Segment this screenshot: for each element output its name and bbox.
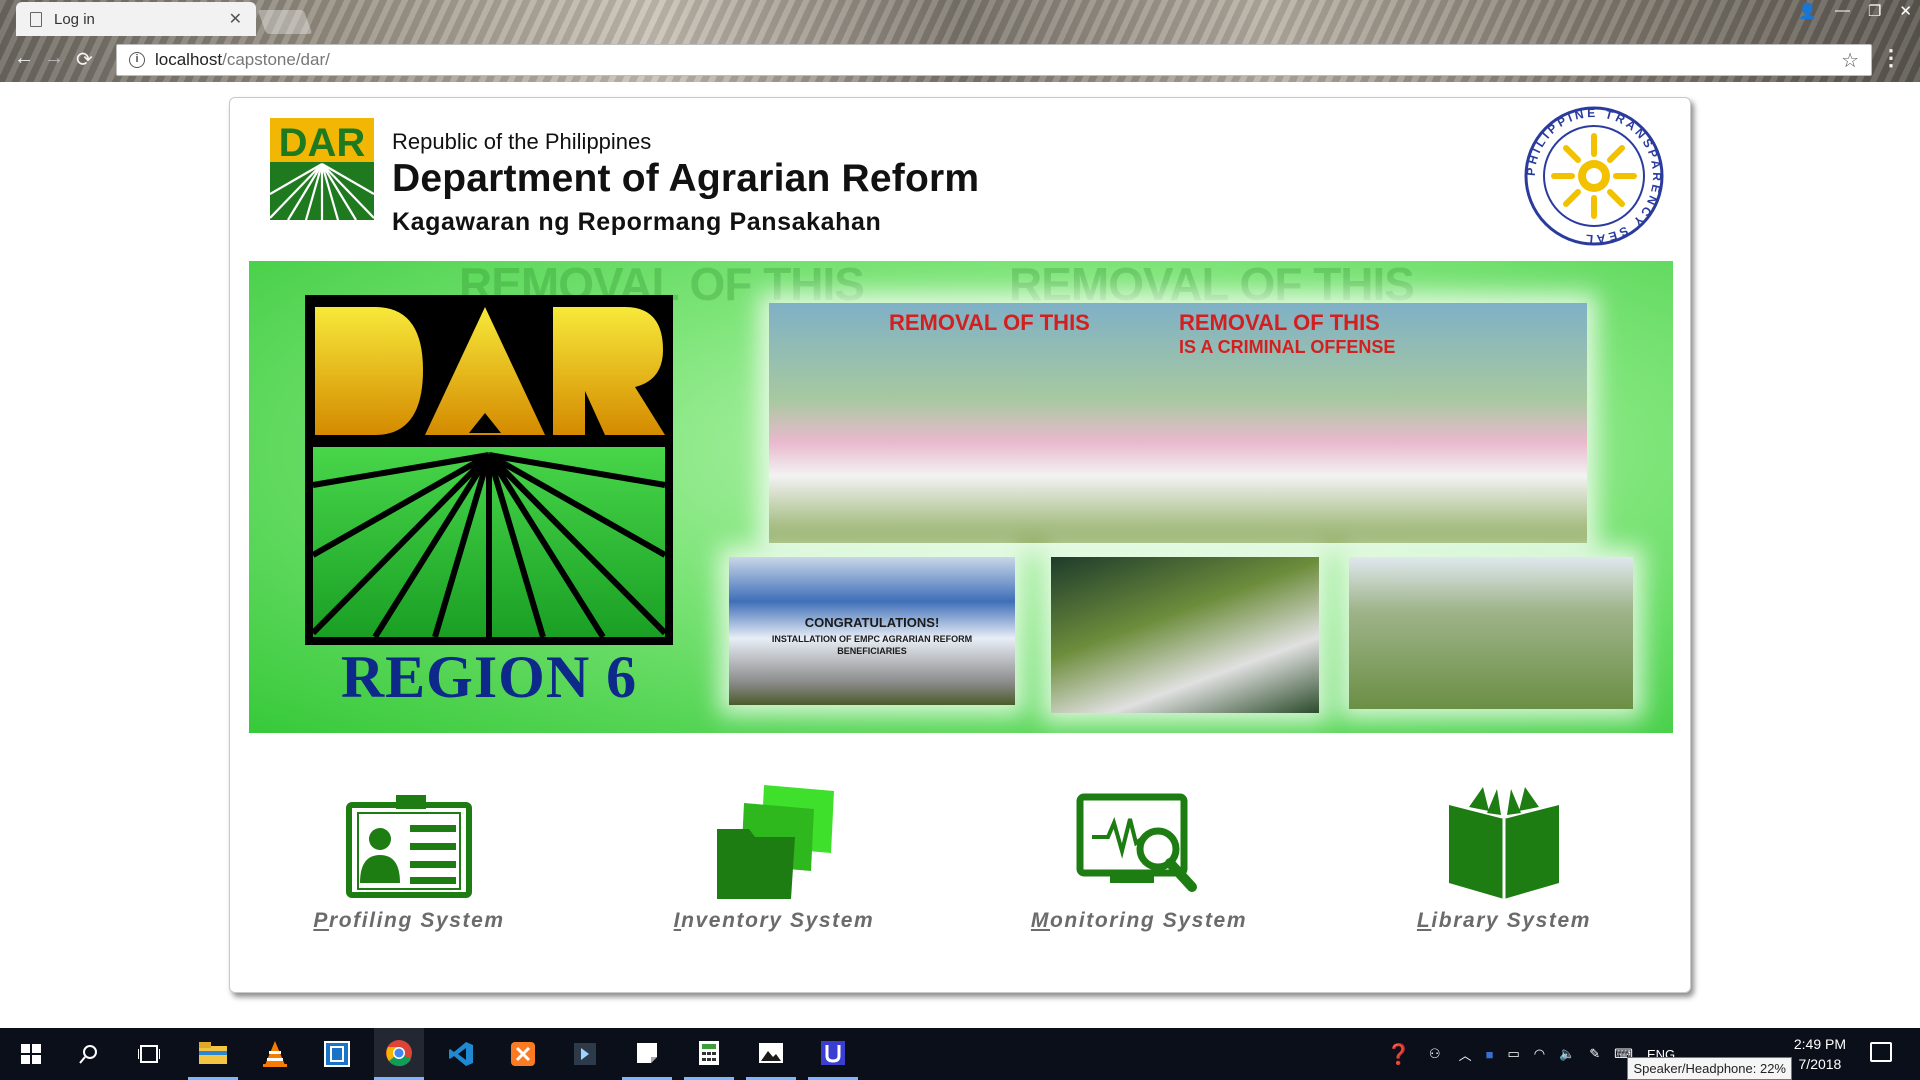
dar-logo: DAR <box>270 118 374 220</box>
meeting-photo <box>1051 557 1319 713</box>
url-host: localhost <box>155 50 223 69</box>
xampp-icon[interactable] <box>498 1028 548 1080</box>
page-viewport: DAR Republic of the Philippines Departme… <box>0 82 1920 1028</box>
monitor-search-icon <box>1076 793 1197 892</box>
clock-date: 7/2018 <box>1798 1056 1842 1072</box>
clock-time: 2:49 PM <box>1793 1036 1846 1052</box>
back-icon[interactable]: ← <box>14 47 34 70</box>
window-controls: 👤 — ❐ ✕ <box>1798 2 1912 20</box>
monitoring-system-link[interactable]: Monitoring System <box>1009 783 1269 933</box>
user-profile-icon[interactable]: 👤 <box>1798 2 1817 20</box>
vscode-icon[interactable] <box>436 1028 486 1080</box>
close-tab-icon[interactable]: ✕ <box>229 9 242 29</box>
browser-tab[interactable]: Log in ✕ <box>16 2 256 36</box>
minimize-icon[interactable]: — <box>1835 2 1850 20</box>
close-window-icon[interactable]: ✕ <box>1899 2 1912 20</box>
volume-tooltip: Speaker/Headphone: 22% <box>1627 1057 1792 1080</box>
calculator-icon[interactable] <box>684 1028 734 1080</box>
browser-toolbar: ← → ⟳ i localhost /capstone/dar/ ☆ ⋮ <box>0 36 1920 82</box>
tray-app-icon[interactable]: ■ <box>1486 1047 1494 1062</box>
url-path: /capstone/dar/ <box>222 50 330 69</box>
system-links: Profiling System Inventory System Monito… <box>230 783 1690 953</box>
library-system-label: Library System <box>1416 909 1592 932</box>
windows-taskbar: ❓ ⚇ ︿ ■ ▭ ◠ 🔈 ✎ ⌨ ENG 2:49 PM 7/2018 Spe… <box>0 1028 1920 1080</box>
chrome-icon[interactable] <box>374 1028 424 1080</box>
task-view-icon[interactable] <box>124 1028 174 1080</box>
id-card-icon <box>346 795 472 898</box>
app-icon-dark[interactable] <box>560 1028 610 1080</box>
start-button[interactable] <box>6 1028 56 1080</box>
file-explorer-icon[interactable] <box>188 1028 238 1080</box>
restore-icon[interactable]: ❐ <box>1868 2 1881 20</box>
congrats-subtitle: INSTALLATION OF EMPC AGRARIAN REFORM BEN… <box>771 634 973 656</box>
volume-icon[interactable]: 🔈 <box>1559 1046 1575 1062</box>
browser-chrome: Log in ✕ 👤 — ❐ ✕ ← → ⟳ i localhost /caps… <box>0 0 1920 82</box>
folders-icon <box>717 785 834 899</box>
people-icon[interactable]: ⚇ <box>1429 1046 1441 1062</box>
sticky-notes-icon[interactable] <box>622 1028 672 1080</box>
pen-icon[interactable]: ✎ <box>1589 1046 1600 1062</box>
profiling-system-link[interactable]: Profiling System <box>279 783 539 933</box>
monitoring-system-label: Monitoring System <box>1030 909 1248 932</box>
congrats-title: CONGRATULATIONS! <box>804 615 940 630</box>
header-tagalog: Kagawaran ng Repormang Pansakahan <box>392 208 882 236</box>
address-bar[interactable]: i localhost /capstone/dar/ ☆ <box>116 44 1872 76</box>
sign-caption: REMOVAL OF THIS <box>889 310 1090 335</box>
bookmark-star-icon[interactable]: ☆ <box>1841 48 1859 73</box>
dar-region-logo <box>305 295 673 645</box>
hero-banner: REMOVAL OF THIS REMOVAL OF THIS REGION 6… <box>249 261 1673 733</box>
wifi-icon[interactable]: ◠ <box>1534 1046 1545 1062</box>
svg-text:DAR: DAR <box>279 121 366 165</box>
forward-icon[interactable]: → <box>44 47 64 70</box>
profiling-system-label: Profiling System <box>313 909 505 932</box>
library-system-link[interactable]: Library System <box>1374 783 1634 933</box>
action-center-icon[interactable] <box>1870 1042 1892 1062</box>
new-tab-button[interactable] <box>257 10 313 34</box>
group-photo: REMOVAL OF THIS REMOVAL OF THIS IS A CRI… <box>769 303 1587 543</box>
region-label: REGION 6 <box>340 644 638 710</box>
page-icon <box>30 11 42 27</box>
transparency-seal: PHILIPPINE TRANSPARENCY SEAL <box>1524 106 1664 246</box>
clock[interactable]: 2:49 PM 7/2018 <box>1794 1034 1846 1074</box>
app-window-icon[interactable] <box>312 1028 362 1080</box>
login-card: DAR Republic of the Philippines Departme… <box>229 97 1691 993</box>
photos-icon[interactable] <box>746 1028 796 1080</box>
windows-logo-icon <box>21 1044 41 1064</box>
sign-caption: REMOVAL OF THIS <box>1179 310 1380 335</box>
congratulations-photo: CONGRATULATIONS! INSTALLATION OF EMPC AG… <box>729 557 1015 705</box>
battery-icon[interactable]: ▭ <box>1507 1046 1519 1062</box>
book-icon <box>1449 787 1559 899</box>
app-icon-purple[interactable] <box>808 1028 858 1080</box>
menu-icon[interactable]: ⋮ <box>1880 45 1902 71</box>
info-icon[interactable]: i <box>129 52 145 68</box>
inventory-system-label: Inventory System <box>673 909 875 932</box>
inventory-system-link[interactable]: Inventory System <box>644 783 904 933</box>
header-subtitle: Republic of the Philippines <box>392 129 652 154</box>
search-icon[interactable] <box>64 1028 114 1080</box>
sign-caption: IS A CRIMINAL OFFENSE <box>1179 337 1396 357</box>
reload-icon[interactable]: ⟳ <box>76 47 93 72</box>
vlc-icon[interactable] <box>250 1028 300 1080</box>
tab-title: Log in <box>54 10 95 28</box>
header-title: Department of Agrarian Reform <box>392 157 980 200</box>
help-icon[interactable]: ❓ <box>1386 1042 1411 1067</box>
field-signs-photo <box>1349 557 1633 709</box>
show-hidden-icons[interactable]: ︿ <box>1459 1045 1472 1064</box>
